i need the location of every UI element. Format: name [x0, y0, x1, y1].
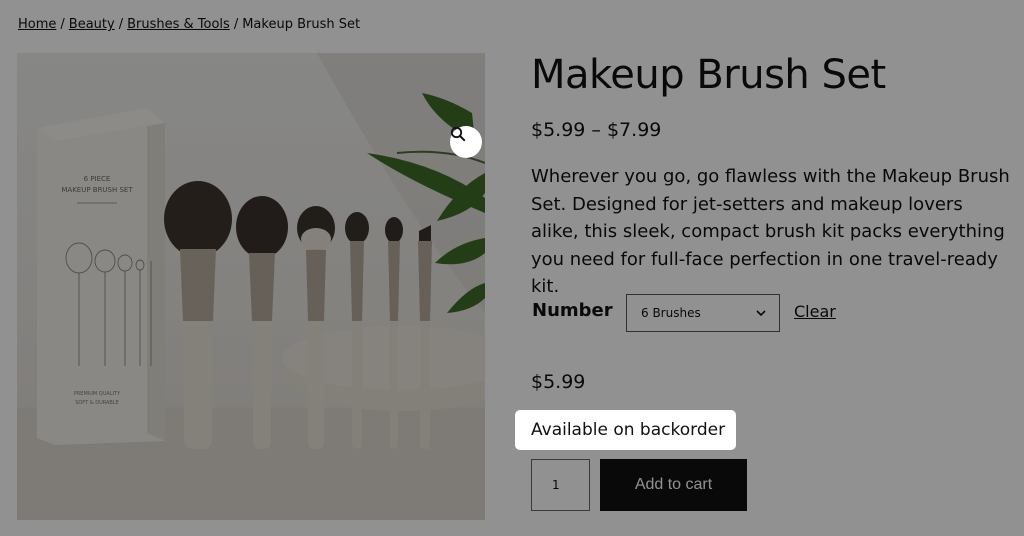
box-footer-line1: PREMIUM QUALITY: [74, 391, 121, 397]
breadcrumb-home[interactable]: Home: [18, 17, 56, 32]
product-image[interactable]: 6 PIECE MAKEUP BRUSH SET PREMIUM QUALITY…: [17, 53, 485, 520]
product-photo: 6 PIECE MAKEUP BRUSH SET PREMIUM QUALITY…: [17, 53, 485, 520]
product-description: Wherever you go, go flawless with the Ma…: [531, 166, 1010, 297]
breadcrumb-separator: /: [233, 17, 239, 32]
number-select-value: 6 Brushes: [641, 306, 701, 320]
box-footer-line2: SOFT & DURABLE: [75, 400, 119, 406]
quantity-value: 1: [552, 478, 560, 492]
breadcrumb-separator: /: [118, 17, 124, 32]
chevron-down-icon: [755, 306, 767, 320]
product-page: Home / Beauty / Brushes & Tools / Makeup Brush…: [0, 0, 1024, 536]
stock-status: Available on backorder: [531, 420, 726, 440]
product-title: Makeup Brush Set: [531, 52, 886, 98]
zoom-button[interactable]: [450, 126, 482, 158]
variant-price: $5.99: [531, 371, 586, 393]
box-label-line2: MAKEUP BRUSH SET: [61, 186, 133, 194]
breadcrumb-brushes-tools[interactable]: Brushes & Tools: [127, 17, 230, 32]
breadcrumb-beauty[interactable]: Beauty: [69, 17, 115, 32]
number-select[interactable]: 6 Brushes: [626, 294, 780, 332]
breadcrumb-current: Makeup Brush Set: [242, 17, 361, 32]
price-range: $5.99 – $7.99: [531, 119, 662, 141]
quantity-input[interactable]: 1: [531, 459, 590, 511]
variation-label: Number: [532, 300, 613, 321]
clear-link[interactable]: Clear: [794, 302, 836, 321]
breadcrumb-separator: /: [60, 17, 65, 32]
stock-status-highlight: Available on backorder: [515, 410, 736, 450]
add-to-cart-button[interactable]: Add to cart: [600, 459, 747, 511]
breadcrumb: Home / Beauty / Brushes & Tools / Makeup Brush…: [18, 17, 360, 32]
box-label-line1: 6 PIECE: [84, 175, 111, 183]
